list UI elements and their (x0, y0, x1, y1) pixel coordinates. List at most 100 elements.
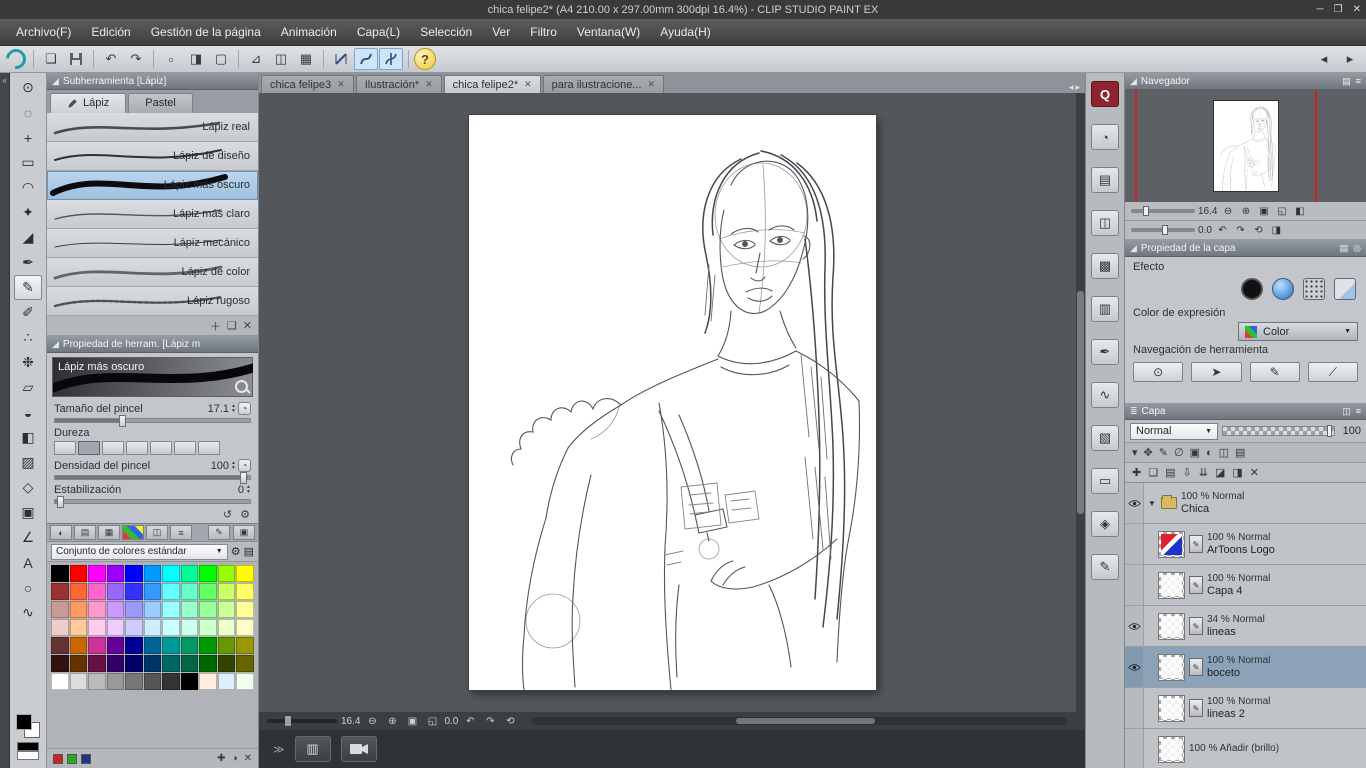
navigator-header[interactable]: ◢ Navegador ▤ ≡ (1125, 73, 1366, 90)
tab-scroll-left-icon[interactable]: ◂ (1069, 82, 1074, 93)
fit-to-screen-icon[interactable]: ▣ (404, 714, 420, 728)
color-swatch[interactable] (199, 673, 217, 690)
color-set-lock-icon[interactable]: ▣ (233, 525, 255, 540)
eye-icon[interactable] (1127, 622, 1141, 631)
close-tab-icon[interactable]: ✕ (648, 79, 656, 90)
nav-zoom-out-icon[interactable]: ⊖ (1220, 204, 1235, 218)
snap-ruler-icon[interactable]: ⊿ (244, 48, 268, 70)
color-swatch[interactable] (88, 565, 106, 582)
pen-tool[interactable]: ✒ (14, 250, 42, 275)
vertical-scrollbar[interactable] (1076, 93, 1085, 712)
add-subtool-icon[interactable]: ＋ (210, 318, 221, 334)
actual-size-icon[interactable]: ◱ (424, 714, 440, 728)
straight-line-snap-icon[interactable] (329, 48, 353, 70)
main-color-chip[interactable] (16, 714, 32, 730)
color-swatch[interactable] (236, 673, 254, 690)
subtool-lapiz-de-diseno[interactable]: Lápiz de diseño (47, 142, 258, 171)
color-swatch[interactable] (88, 637, 106, 654)
dock-material-brush[interactable]: ✎ (1091, 554, 1119, 580)
layer-row-artoons-logo[interactable]: ✎ 100 % Normal ArToons Logo (1125, 524, 1366, 565)
color-swatch[interactable] (143, 619, 162, 636)
color-swatch[interactable] (143, 565, 162, 582)
color-swatch[interactable] (236, 619, 254, 636)
layer-panel-header[interactable]: ≣ Capa ◫ ≡ (1125, 403, 1366, 420)
tab-lapiz[interactable]: Lápiz (50, 93, 127, 113)
blend-tool[interactable]: ◒ (14, 400, 42, 425)
menu-ventana[interactable]: Ventana(W) (567, 21, 650, 43)
dock-material-pen[interactable]: ✒ (1091, 339, 1119, 365)
color-slider-tab-icon[interactable]: ▤ (74, 525, 96, 540)
color-swatch[interactable] (88, 601, 106, 618)
brush-size-value[interactable]: 17.1 (208, 403, 229, 415)
line-correction-tool[interactable]: ∿ (14, 600, 42, 625)
color-swatch[interactable] (51, 619, 69, 636)
navigator-rotate-slider[interactable] (1131, 225, 1195, 235)
color-wheel-tab-icon[interactable]: ◐ (50, 525, 72, 540)
menu-filtro[interactable]: Filtro (520, 21, 567, 43)
menu-edicion[interactable]: Edición (81, 21, 140, 43)
deselect-icon[interactable]: ▫ (159, 48, 183, 70)
opacity-slider[interactable] (1222, 425, 1335, 437)
subtool-lapiz-real[interactable]: Lápiz real (47, 113, 258, 142)
layer-row-lineas-2[interactable]: ✎ 100 % Normal lineas 2 (1125, 688, 1366, 729)
close-tab-icon[interactable]: ✕ (337, 79, 345, 90)
color-history-tab-icon[interactable]: ≡ (170, 525, 192, 540)
maximize-button[interactable]: ❐ (1334, 4, 1343, 15)
menu-capa[interactable]: Capa(L) (347, 21, 410, 43)
tool-nav-pen-icon[interactable]: ✎ (1249, 362, 1300, 382)
brush-density-dynamics-icon[interactable]: ◔ (238, 459, 251, 472)
nav-zoom-in-icon[interactable]: ⊕ (1238, 204, 1253, 218)
delete-subtool-icon[interactable]: ✕ (243, 319, 252, 332)
color-swatch[interactable] (51, 637, 69, 654)
reset-settings-icon[interactable]: ↺ (223, 508, 232, 521)
dock-material-characters[interactable]: ◔ (1091, 124, 1119, 150)
menu-seleccion[interactable]: Selección (410, 21, 482, 43)
color-set-tab-icon[interactable] (122, 525, 144, 540)
color-swatch[interactable] (180, 565, 199, 582)
color-swatch[interactable] (125, 673, 143, 690)
new-document-icon[interactable]: ❏ (39, 48, 63, 70)
eyedropper-tool[interactable]: ◢ (14, 225, 42, 250)
duplicate-subtool-icon[interactable]: ❏ (227, 319, 237, 332)
color-swatch[interactable] (199, 565, 217, 582)
doc-tab-chica-felipe3[interactable]: chica felipe3 ✕ (261, 75, 354, 93)
close-button[interactable]: ✕ (1353, 4, 1361, 15)
layer-row-chica[interactable]: ▼ 100 % Normal Chica (1125, 483, 1366, 524)
color-swatch[interactable] (69, 673, 88, 690)
eye-icon[interactable] (1127, 499, 1141, 508)
panel-menu-icon[interactable]: ◢ (1130, 243, 1137, 254)
camera-launcher-icon[interactable] (340, 736, 377, 762)
gradient-tool[interactable]: ▨ (14, 450, 42, 475)
recent-color-swatch[interactable] (81, 753, 91, 764)
frame-tool[interactable]: ▣ (14, 500, 42, 525)
ruler-icon[interactable]: ▤ (1235, 446, 1245, 459)
watercolor-edge-icon[interactable] (1272, 278, 1294, 300)
tab-pastel[interactable]: Pastel (128, 93, 193, 113)
color-swatch[interactable] (217, 619, 236, 636)
layer-search-tab-icon[interactable]: ◫ (1342, 406, 1351, 417)
color-swatch[interactable] (88, 583, 106, 600)
mask-layer-icon[interactable]: ◪ (1215, 466, 1225, 479)
color-swatch[interactable] (106, 601, 125, 618)
color-swatch[interactable] (143, 583, 162, 600)
layer-thumbnail[interactable] (1158, 530, 1185, 558)
brush-size-dynamics-icon[interactable]: ◔ (238, 402, 251, 415)
navigator-tab-icon[interactable]: ▤ (1342, 76, 1351, 87)
tool-nav-slash-icon[interactable]: ⟋ (1307, 362, 1358, 382)
subtool-lapiz-de-color[interactable]: Lápiz de color (47, 258, 258, 287)
clip-studio-icon[interactable] (1, 44, 31, 74)
dock-material-image[interactable]: ▧ (1091, 425, 1119, 451)
color-swatch[interactable] (162, 637, 180, 654)
subtool-lapiz-mas-claro[interactable]: Lápiz más claro (47, 200, 258, 229)
foreground-color-bar[interactable] (17, 742, 39, 751)
menu-animacion[interactable]: Animación (271, 21, 347, 43)
layer-row-capa-4[interactable]: ✎ 100 % Normal Capa 4 (1125, 565, 1366, 606)
layer-row-lineas[interactable]: ✎ 34 % Normal lineas (1125, 606, 1366, 647)
close-tab-icon[interactable]: ✕ (425, 79, 433, 90)
border-effect-icon[interactable] (1241, 278, 1263, 300)
menu-archivo[interactable]: Archivo(F) (6, 21, 81, 43)
hardness-segments[interactable] (54, 441, 251, 455)
canvas-zoom-slider[interactable] (267, 716, 337, 726)
stabilization-value[interactable]: 0 (238, 484, 244, 496)
color-swatch[interactable] (69, 583, 88, 600)
